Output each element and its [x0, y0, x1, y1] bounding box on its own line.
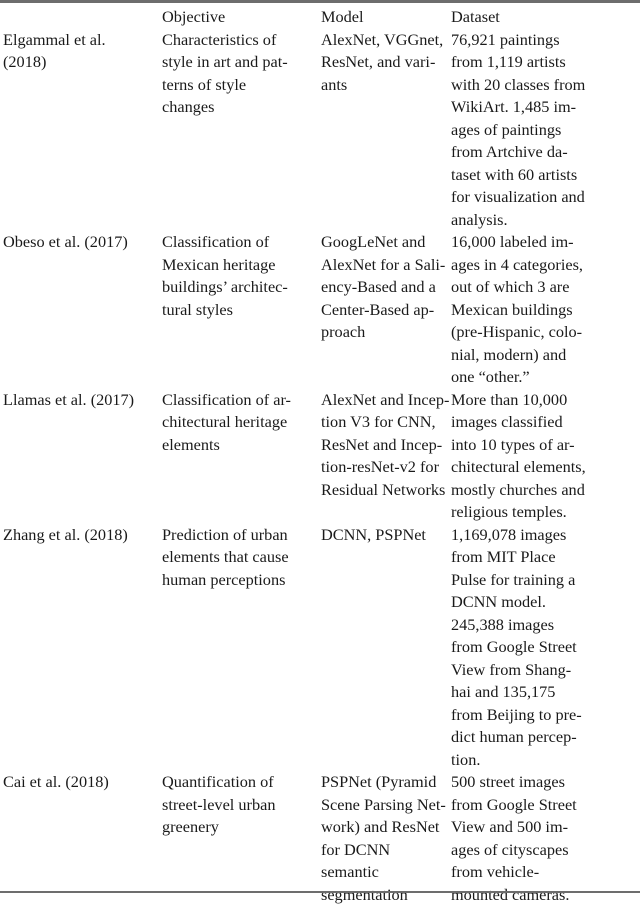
- objective-cell: Prediction of urban elements that cause …: [162, 524, 289, 589]
- author-cell: Elgammal et al. (2018): [3, 29, 106, 72]
- model-cell: GoogLeNet and AlexNet for a Sali- ency-B…: [321, 232, 446, 341]
- table-row: Elgammal et al. (2018) Characteristics o…: [0, 6, 640, 231]
- author-cell: Cai et al. (2018): [3, 772, 109, 791]
- objective-cell: Quantification of street-level urban gre…: [162, 772, 276, 836]
- dataset-cell: 16,000 labeled im- ages in 4 categories,…: [451, 232, 584, 386]
- objective-cell: Characteristics of style in art and pat-…: [162, 29, 288, 117]
- model-cell: DCNN, PSPNet: [321, 524, 426, 544]
- table-row: Llamas et al. (2017) Classification of a…: [0, 389, 640, 524]
- model-cell: PSPNet (Pyramid Scene Parsing Net- work)…: [321, 772, 446, 904]
- objective-cell: Classification of Mexican heritage build…: [162, 232, 288, 319]
- author-cell: Zhang et al. (2018): [3, 524, 128, 544]
- model-cell: AlexNet and Incep- tion V3 for CNN, ResN…: [321, 389, 450, 499]
- objective-cell: Classification of ar- chitectural herita…: [162, 389, 291, 454]
- literature-table-body: Elgammal et al. (2018) Characteristics o…: [0, 6, 640, 906]
- table-bottom-rule: [0, 891, 640, 893]
- table-row: Obeso et al. (2017) Classification of Me…: [0, 231, 640, 389]
- table-row: Zhang et al. (2018) Prediction of urban …: [0, 524, 640, 772]
- table-top-rule: [0, 0, 640, 3]
- dataset-cell: 500 street images from Google Street Vie…: [451, 772, 577, 904]
- dataset-cell: 76,921 paintings from 1,119 artists with…: [451, 29, 586, 229]
- dataset-cell: 1,169,078 images from MIT Place Pulse fo…: [451, 524, 582, 769]
- model-cell: AlexNet, VGGnet, ResNet, and vari- ants: [321, 29, 444, 94]
- author-cell: Llamas et al. (2017): [3, 389, 135, 409]
- dataset-cell: More than 10,000 images classified into …: [451, 389, 586, 522]
- author-cell: Obeso et al. (2017): [3, 232, 128, 251]
- table-row: Cai et al. (2018) Quantification of stre…: [0, 771, 640, 906]
